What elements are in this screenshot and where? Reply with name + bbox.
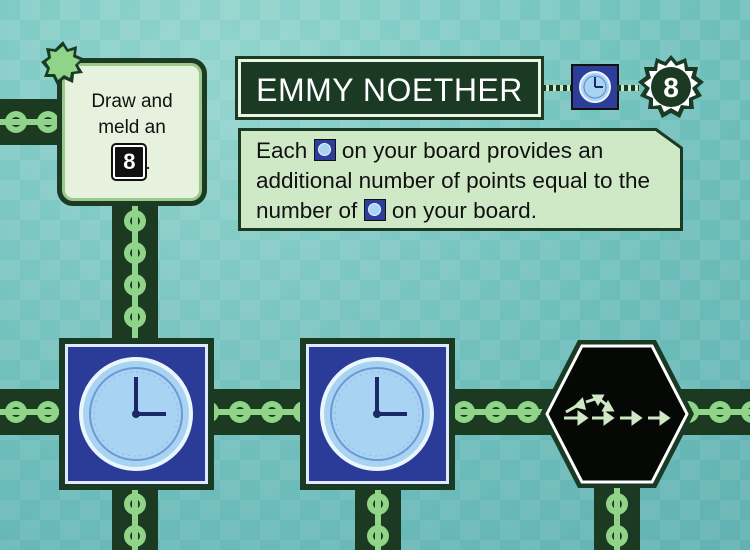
- clue-text: Draw and meld an 8.: [62, 89, 202, 181]
- age-badge: 8: [638, 55, 704, 118]
- track-vertical-bottom-1: [112, 488, 158, 550]
- clue-line-2: meld an: [98, 117, 166, 138]
- star-icon: [41, 41, 85, 85]
- age-badge-value: 8: [663, 72, 679, 103]
- dogma-text: Each on your board provides an additiona…: [256, 136, 676, 226]
- clue-age-line: 8.: [62, 141, 202, 181]
- clock-icon: [313, 139, 336, 161]
- hex-arrows-icon[interactable]: [538, 338, 696, 490]
- card-title-box: EMMY NOETHER: [235, 56, 544, 120]
- clock-icon: [320, 357, 434, 471]
- title-chain-right: [617, 85, 639, 91]
- clue-line-1: Draw and: [91, 91, 173, 112]
- card-title: EMMY NOETHER: [256, 72, 523, 108]
- track-vertical-bottom-3: [594, 488, 640, 550]
- clock-icon: [363, 199, 386, 221]
- dogma-part-3: on your board.: [391, 198, 537, 223]
- track-top-left: [0, 99, 64, 145]
- title-clock-icon: [571, 64, 619, 110]
- track-vertical-bottom-2: [355, 488, 401, 550]
- clue-trailing: .: [145, 153, 151, 174]
- dogma-part-1: Each: [256, 138, 308, 163]
- icon-tile-2[interactable]: [300, 338, 455, 490]
- track-vertical-top: [112, 205, 158, 340]
- age-chip: 8: [111, 143, 148, 181]
- clock-icon: [79, 357, 193, 471]
- title-chain-left: [542, 85, 572, 91]
- icon-tile-1[interactable]: [59, 338, 214, 490]
